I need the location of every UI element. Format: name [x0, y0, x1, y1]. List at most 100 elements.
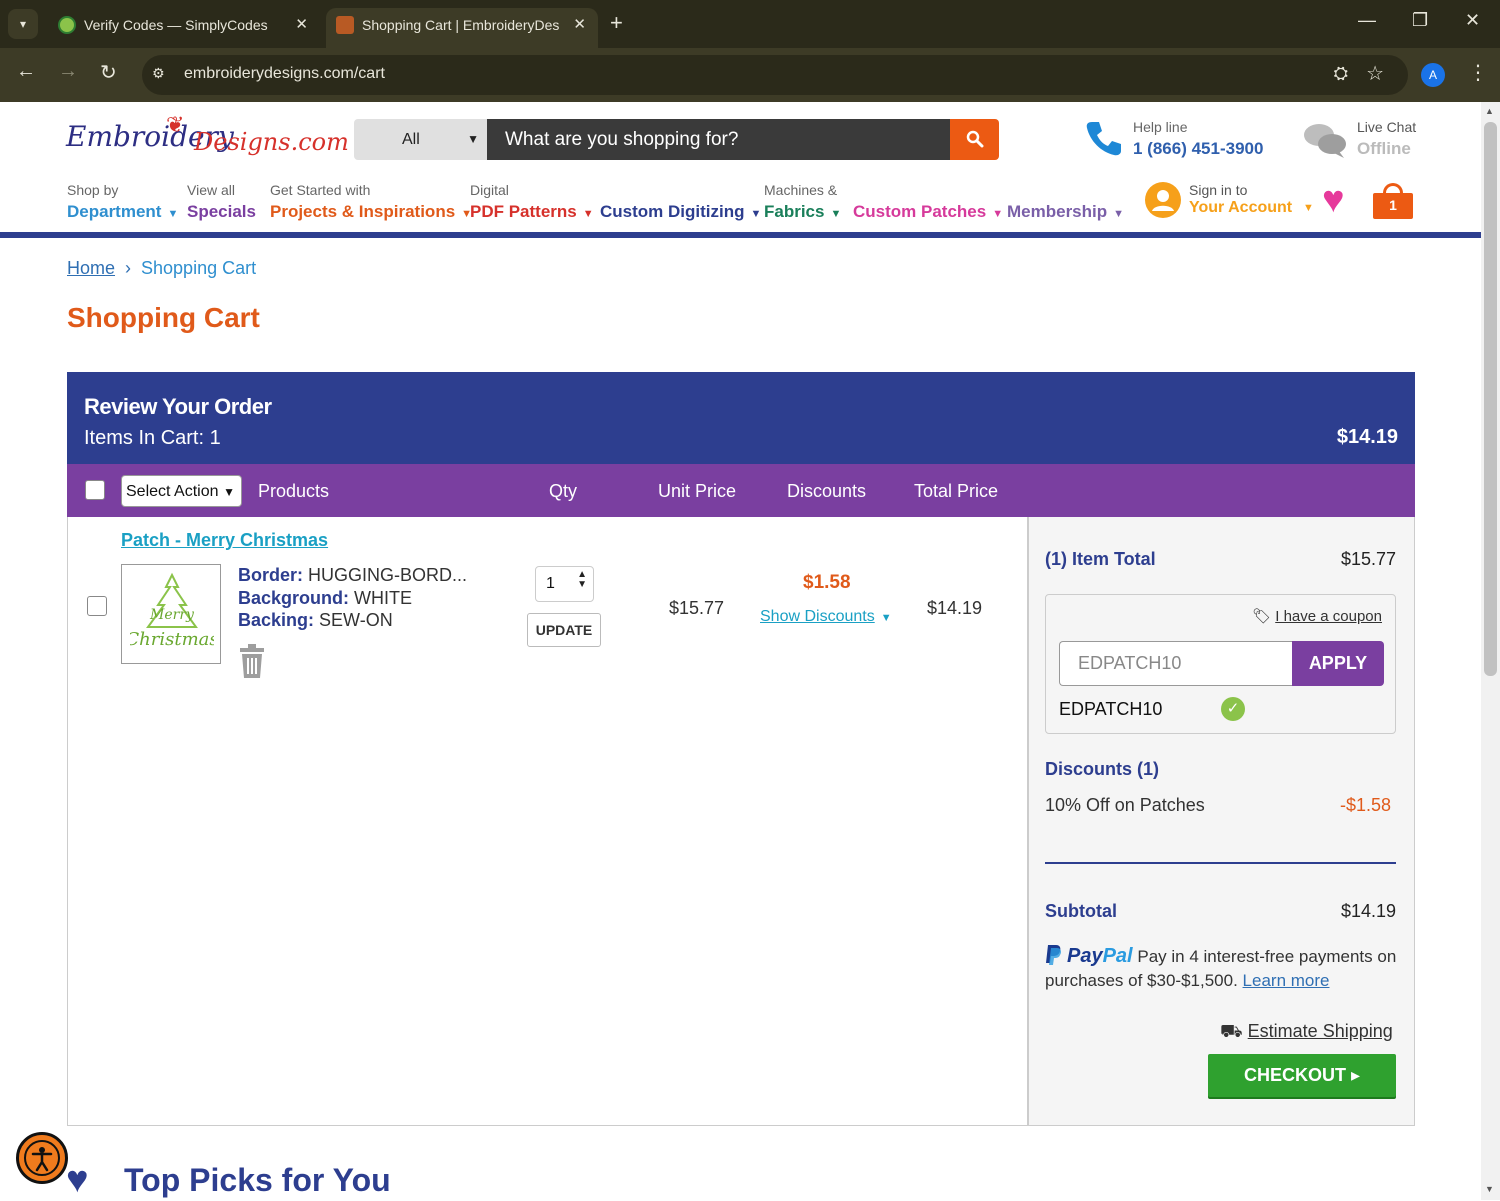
tab-search-button[interactable]: ▾ [8, 9, 38, 39]
restore-icon[interactable]: ❐ [1412, 10, 1428, 31]
item-checkbox[interactable] [87, 596, 107, 616]
close-window-icon[interactable]: ✕ [1465, 10, 1480, 31]
search-input[interactable]: What are you shopping for? [487, 119, 950, 160]
nav-specials[interactable]: View all Specials [187, 182, 256, 222]
nav-fabrics[interactable]: Machines & Fabrics ▼ [764, 182, 841, 222]
close-tab-icon[interactable]: ✕ [573, 8, 586, 42]
scroll-up-icon[interactable]: ▲ [1485, 106, 1494, 116]
have-coupon-label: I have a coupon [1275, 608, 1382, 625]
accessibility-button[interactable] [16, 1132, 68, 1184]
nav-projects[interactable]: Get Started with Projects & Inspirations… [270, 182, 472, 222]
user-avatar-icon [1145, 182, 1181, 218]
item-total-label: (1) Item Total [1045, 549, 1156, 569]
attr-value: SEW-ON [319, 610, 393, 630]
heart-icon: ♥ [66, 1159, 89, 1201]
nav-department[interactable]: Shop by Department ▼ [67, 182, 178, 222]
paypal-brand-pal: Pal [1102, 945, 1133, 967]
breadcrumb: Home › Shopping Cart [67, 258, 256, 279]
nav-small-label: Machines & [764, 182, 838, 198]
attr-label: Background: [238, 588, 350, 608]
update-button[interactable]: UPDATE [527, 613, 601, 647]
wishlist-heart-icon[interactable]: ♥ [1322, 180, 1345, 220]
quantity-stepper[interactable]: 1 ▲ ▼ [535, 566, 594, 602]
caret-down-icon: ▼ [1303, 202, 1314, 214]
nav-membership[interactable]: Membership ▼ [1007, 182, 1124, 222]
back-icon[interactable]: ← [16, 60, 36, 83]
chevron-right-icon: › [125, 258, 132, 278]
select-action-value: Select Action [126, 483, 219, 500]
attr-value: HUGGING-BORD... [308, 565, 468, 585]
paypal-learn-more-link[interactable]: Learn more [1243, 971, 1330, 990]
nav-small-label: View all [187, 182, 235, 198]
item-total-price: $14.19 [927, 598, 983, 618]
livechat-status: Offline [1357, 139, 1411, 158]
svg-text:Christmas: Christmas [130, 629, 214, 650]
breadcrumb-current: Shopping Cart [141, 258, 257, 278]
site-info-icon[interactable]: ⚙ [152, 65, 165, 82]
close-tab-icon[interactable]: ✕ [295, 8, 308, 42]
item-name-link[interactable]: Patch - Merry Christmas [121, 530, 328, 551]
coupon-code-input[interactable]: EDPATCH10 [1059, 641, 1292, 686]
nav-label: Projects & Inspirations [270, 202, 456, 221]
show-discounts-link[interactable]: Show Discounts ▼ [760, 608, 892, 626]
scrollbar-thumb[interactable] [1484, 122, 1497, 676]
nav-label: Custom Digitizing [600, 202, 745, 221]
chevron-down-icon: ▼ [223, 485, 235, 499]
nav-pdf-patterns[interactable]: Digital PDF Patterns ▼ [470, 182, 594, 222]
browser-menu-icon[interactable]: ⋮ [1468, 60, 1488, 85]
reload-icon[interactable]: ↻ [100, 60, 117, 85]
trash-icon[interactable] [238, 644, 266, 678]
paypal-pay-in-4: PayPal Pay in 4 interest-free payments o… [1045, 944, 1405, 993]
apply-coupon-button[interactable]: APPLY [1292, 641, 1384, 686]
summary-divider [1045, 862, 1396, 864]
breadcrumb-home-link[interactable]: Home [67, 258, 115, 278]
address-bar[interactable]: ⚙ embroiderydesigns.com/cart ⛭ ☆ [142, 55, 1408, 95]
bookmark-star-icon[interactable]: ☆ [1366, 61, 1384, 86]
chevron-down-icon: ▼ [467, 132, 479, 146]
cart-icon[interactable]: 1 [1373, 183, 1413, 219]
browser-tab-cart[interactable]: Shopping Cart | EmbroideryDes ✕ [326, 8, 598, 48]
nav-small-label [853, 182, 1003, 202]
browser-tab-simplycodes[interactable]: Verify Codes — SimplyCodes ✕ [48, 8, 320, 48]
browser-tab-strip: ▾ Verify Codes — SimplyCodes ✕ Shopping … [0, 0, 1500, 48]
search-category-select[interactable]: All ▼ [354, 119, 487, 160]
helpline-number: 1 (866) 451-3900 [1133, 139, 1264, 158]
spinner-arrows-icon[interactable]: ▲ ▼ [577, 570, 587, 590]
attr-value: WHITE [354, 588, 413, 608]
translate-icon[interactable]: ⛭ [1334, 63, 1348, 84]
subtotal-value: $14.19 [1340, 901, 1396, 921]
tag-icon: 🏷 [1252, 608, 1272, 625]
search-button[interactable] [950, 119, 999, 160]
col-products: Products [258, 481, 330, 501]
review-order-header: Review Your Order Items In Cart: 1 $14.1… [67, 372, 1415, 464]
scroll-down-icon[interactable]: ▼ [1485, 1184, 1494, 1194]
items-in-cart: Items In Cart: 1 [84, 427, 221, 449]
nav-custom-digitizing[interactable]: Custom Digitizing ▼ [600, 182, 761, 222]
tab-title: Verify Codes — SimplyCodes [84, 17, 268, 33]
phone-icon [1086, 122, 1121, 156]
have-coupon-link[interactable]: 🏷 I have a coupon [1252, 607, 1382, 625]
item-thumbnail[interactable]: Merry Christmas [121, 564, 221, 664]
quantity-value: 1 [546, 575, 555, 592]
new-tab-icon[interactable]: + [610, 10, 623, 36]
item-unit-price: $15.77 [669, 598, 725, 618]
estimate-shipping-link[interactable]: ⛟ Estimate Shipping [1220, 1021, 1393, 1045]
minimize-icon[interactable]: — [1358, 10, 1376, 31]
paypal-brand-pay: Pay [1067, 945, 1103, 967]
profile-avatar[interactable]: A [1421, 63, 1445, 87]
simplycodes-favicon-icon [58, 16, 76, 34]
select-action-dropdown[interactable]: Select Action ▼ [121, 475, 242, 507]
site-logo[interactable]: Embroidery ❦ Designs.com [66, 112, 349, 164]
caret-down-icon: ▼ [880, 612, 892, 624]
forward-icon[interactable]: → [58, 60, 78, 83]
cart-total: $14.19 [1336, 426, 1398, 448]
select-all-checkbox[interactable] [85, 480, 105, 500]
checkout-button[interactable]: CHECKOUT ▸ [1208, 1054, 1396, 1097]
nav-custom-patches[interactable]: Custom Patches ▼ [853, 182, 1003, 222]
truck-icon: ⛟ [1220, 1021, 1243, 1041]
estimate-shipping-label: Estimate Shipping [1247, 1021, 1393, 1041]
nav-label: Fabrics [764, 202, 825, 221]
item-discount: $1.58 [803, 572, 851, 593]
helpline-label: Help line [1133, 119, 1188, 135]
col-qty: Qty [549, 481, 578, 501]
